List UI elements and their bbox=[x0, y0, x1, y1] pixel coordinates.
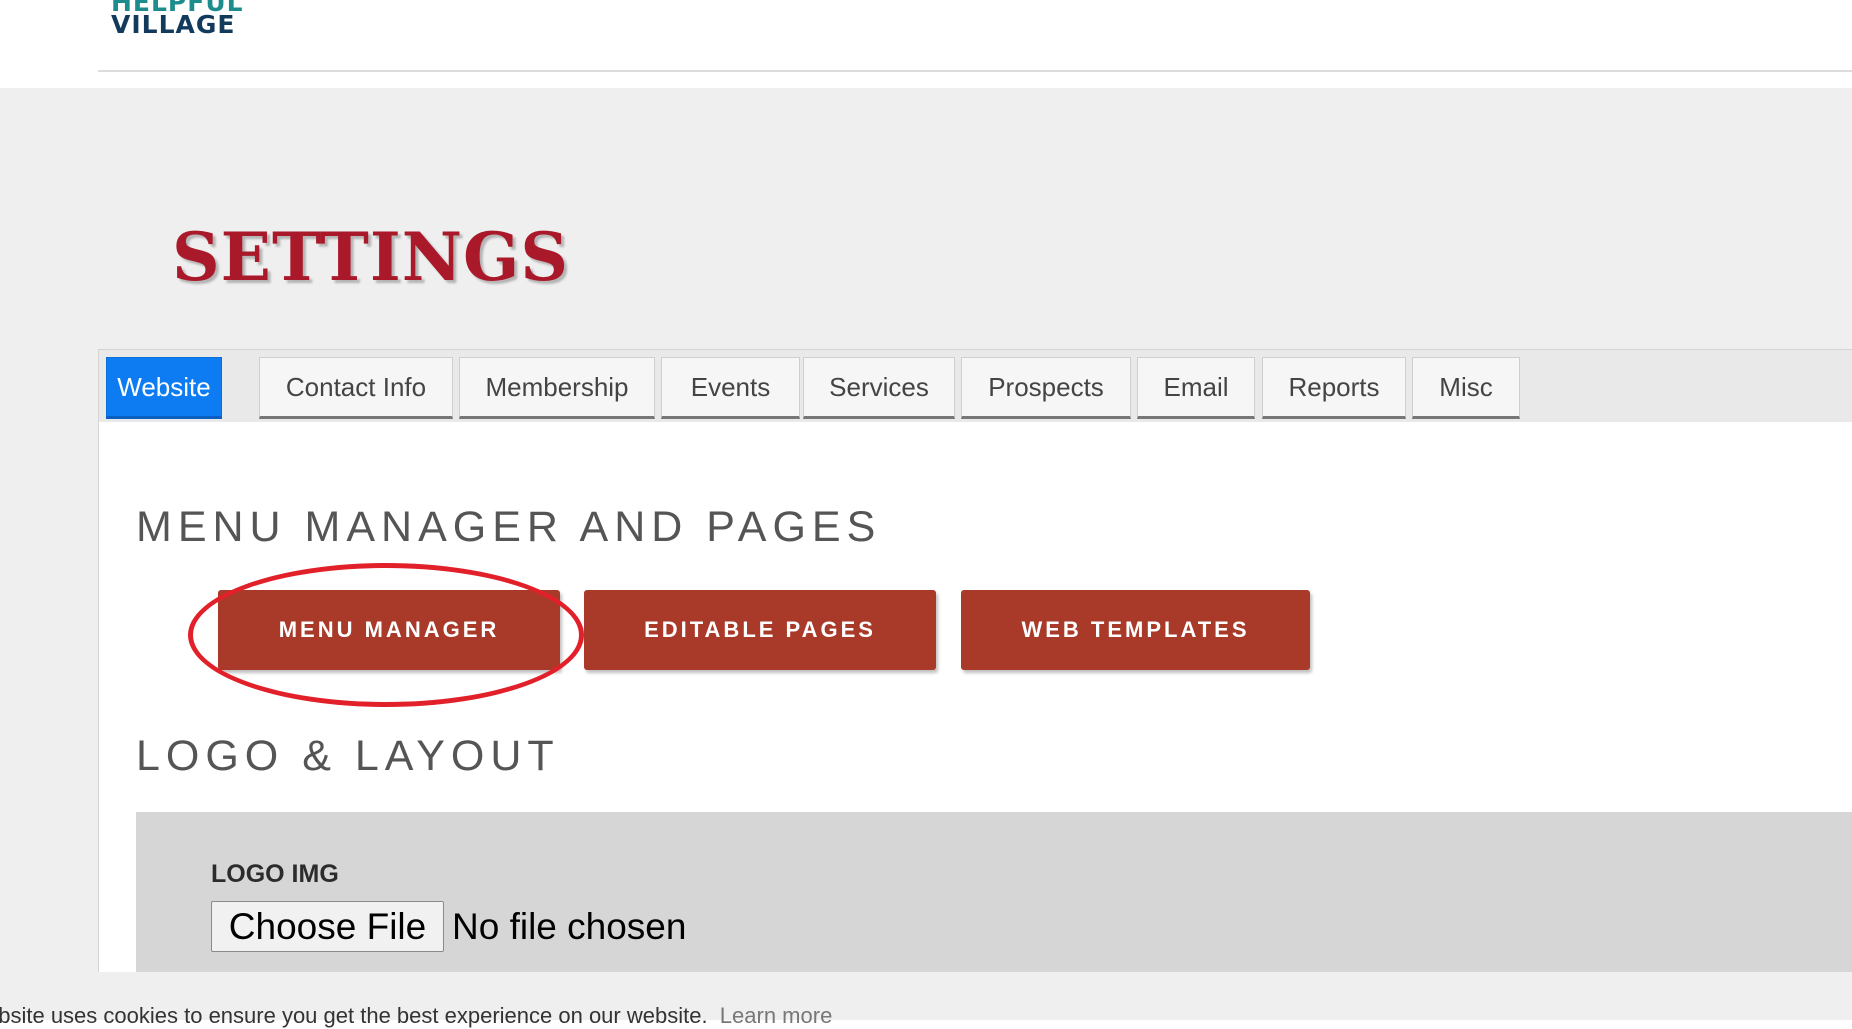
learn-more-link[interactable]: Learn more bbox=[720, 1003, 833, 1028]
tab-services[interactable]: Services bbox=[803, 357, 955, 419]
choose-file-button[interactable]: Choose File bbox=[211, 901, 444, 952]
file-status-text: No file chosen bbox=[452, 906, 687, 947]
tab-prospects[interactable]: Prospects bbox=[961, 357, 1131, 419]
tab-reports[interactable]: Reports bbox=[1262, 357, 1406, 419]
layout-section-heading: LOGO & LAYOUT bbox=[136, 732, 560, 780]
menu-manager-button[interactable]: MENU MANAGER bbox=[218, 590, 560, 670]
logo-img-label: LOGO IMG bbox=[211, 860, 339, 888]
logo-line-2: VILLAGE bbox=[111, 10, 236, 39]
settings-tabs: Website Contact Info Membership Events S… bbox=[99, 350, 1852, 422]
logo-upload-box: LOGO IMG Choose File No file chosen bbox=[136, 812, 1852, 972]
site-logo[interactable]: HELPFUL VILLAGE bbox=[111, 0, 244, 39]
tab-contact-info[interactable]: Contact Info bbox=[259, 357, 453, 419]
tab-events[interactable]: Events bbox=[661, 357, 800, 419]
tab-membership[interactable]: Membership bbox=[459, 357, 655, 419]
web-templates-button[interactable]: WEB TEMPLATES bbox=[961, 590, 1310, 670]
site-header: HELPFUL VILLAGE bbox=[0, 0, 1852, 88]
tab-website[interactable]: Website bbox=[106, 357, 222, 419]
page-background-left bbox=[0, 88, 98, 1020]
editable-pages-button[interactable]: EDITABLE PAGES bbox=[584, 590, 936, 670]
cookie-notice-text: ebsite uses cookies to ensure you get th… bbox=[0, 1003, 708, 1028]
settings-panel: Website Contact Info Membership Events S… bbox=[98, 349, 1852, 972]
tab-email[interactable]: Email bbox=[1137, 357, 1255, 419]
cookie-notice: ebsite uses cookies to ensure you get th… bbox=[0, 1003, 832, 1029]
header-divider bbox=[98, 70, 1852, 72]
page-title: SETTINGS bbox=[172, 218, 570, 296]
tab-misc[interactable]: Misc bbox=[1412, 357, 1520, 419]
menu-section-heading: MENU MANAGER AND PAGES bbox=[136, 503, 882, 551]
